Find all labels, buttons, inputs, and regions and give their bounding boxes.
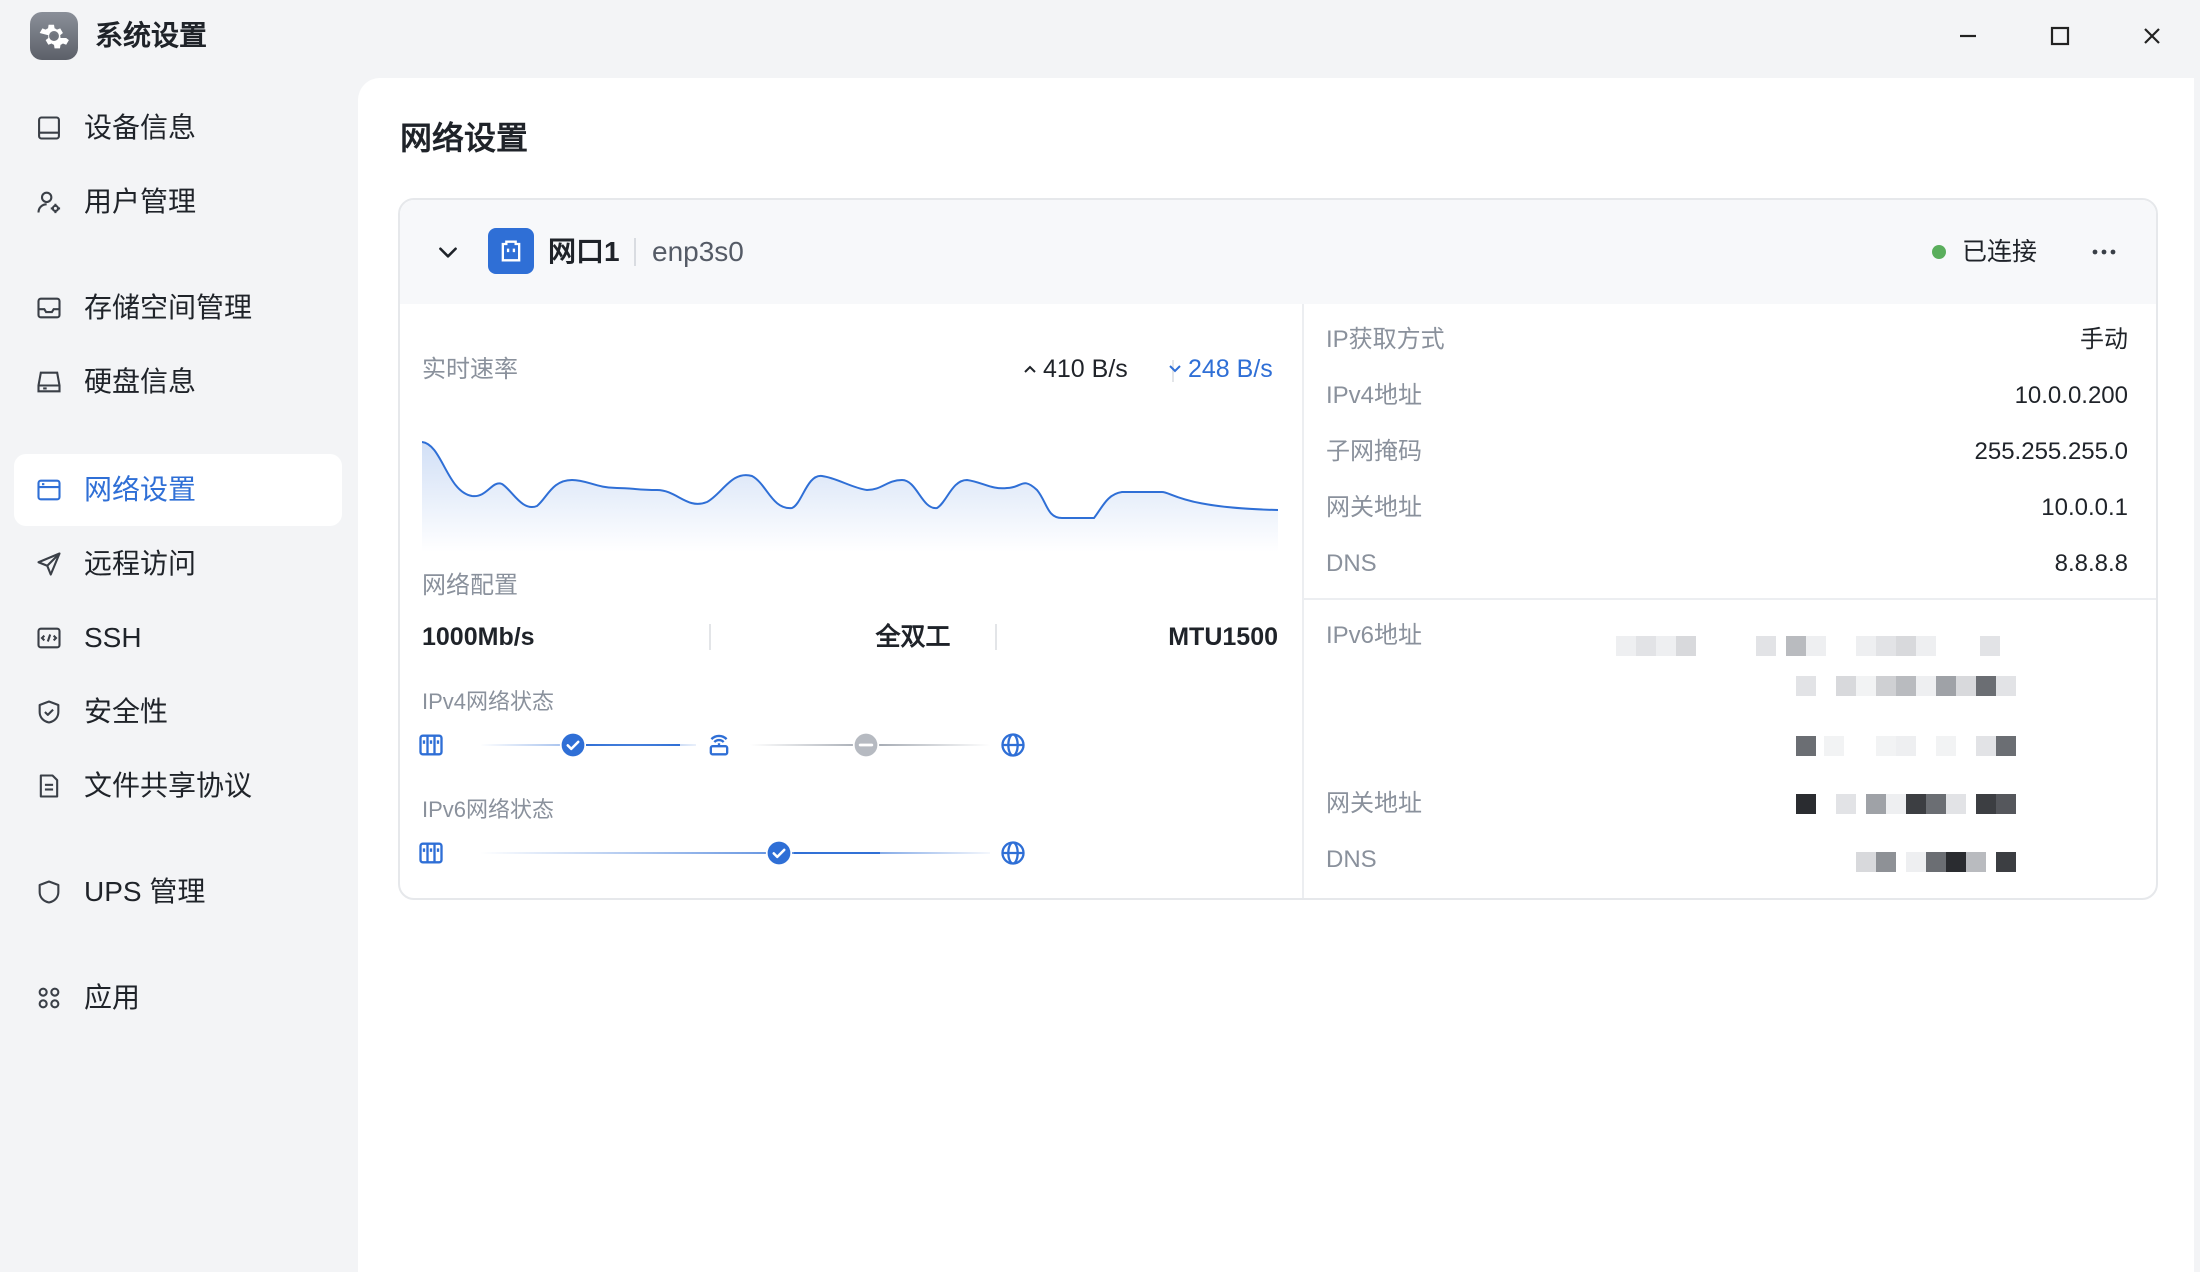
file-icon [32, 769, 66, 803]
network-port-card: 网口1 enp3s0 已连接 实时速率 410 B/s 248 B/s 网络配置… [398, 198, 2158, 900]
connection-status: 已连接 [1962, 238, 2038, 266]
arrow-up-icon [1024, 365, 1036, 373]
disk-icon [32, 365, 66, 399]
more-icon [2092, 249, 2116, 255]
sidebar-item-apps[interactable]: 应用 [14, 962, 342, 1034]
subnet-mask-value: 255.255.255.0 [1974, 438, 2128, 465]
more-options-button[interactable] [2080, 232, 2128, 272]
sidebar-item-device-info[interactable]: 设备信息 [14, 92, 342, 164]
mtu-value: MTU1500 [1168, 623, 1278, 651]
column-divider [1302, 304, 1304, 898]
sidebar-item-security[interactable]: 安全性 [14, 676, 342, 748]
section-divider [1304, 598, 2156, 600]
sidebar-item-remote-access[interactable]: 远程访问 [14, 528, 342, 600]
chevron-down-icon [439, 247, 457, 258]
globe-icon [998, 730, 1028, 760]
sidebar-item-file-sharing[interactable]: 文件共享协议 [14, 750, 342, 822]
port-device-name: enp3s0 [652, 236, 744, 267]
check-icon [764, 838, 794, 868]
subnet-mask-label: 子网掩码 [1326, 438, 1422, 465]
link-speed: 1000Mb/s [422, 623, 535, 651]
sidebar: 设备信息 用户管理 存储空间管理 硬盘信息 网络设置 远程访问 SSH 安全性 … [0, 72, 355, 1272]
ipv6-dns-label: DNS [1326, 846, 1377, 873]
router-icon [704, 730, 734, 760]
network-icon [32, 473, 66, 507]
ipv4-address-label: IPv4地址 [1326, 382, 1423, 409]
sidebar-item-ups[interactable]: UPS 管理 [14, 856, 342, 928]
port-card-header[interactable]: 网口1 enp3s0 已连接 [400, 200, 2156, 304]
header-divider [634, 238, 636, 266]
title-bar: 系统设置 [0, 0, 2200, 72]
ipv6-status-label: IPv6网络状态 [422, 797, 555, 822]
collapse-button[interactable] [428, 232, 468, 272]
maximize-icon [2050, 26, 2070, 46]
realtime-rate-label: 实时速率 [422, 356, 518, 383]
user-icon [32, 185, 66, 219]
sparkline-area [422, 442, 1278, 552]
check-icon [558, 730, 588, 760]
network-config-label: 网络配置 [422, 572, 518, 599]
minimize-icon [1960, 34, 1976, 38]
config-divider [709, 624, 711, 650]
dns-value: 8.8.8.8 [2054, 550, 2128, 577]
app-title: 系统设置 [95, 20, 208, 51]
ethernet-port-icon [488, 228, 534, 274]
gateway-label: 网关地址 [1326, 494, 1422, 521]
duplex-mode: 全双工 [875, 623, 951, 651]
page-title: 网络设置 [400, 120, 529, 156]
ip-method-label: IP获取方式 [1326, 326, 1445, 353]
upload-rate: 410 B/s [1023, 352, 1128, 386]
send-icon [32, 547, 66, 581]
port-name: 网口1 [548, 236, 620, 267]
ipv6-gateway-label: 网关地址 [1326, 790, 1422, 817]
config-divider [995, 624, 997, 650]
download-rate: 248 B/s [1168, 352, 1273, 386]
ipv6-address-label: IPv6地址 [1326, 622, 1423, 649]
globe-icon [998, 838, 1028, 868]
terminal-icon [32, 621, 66, 655]
shield-icon [32, 875, 66, 909]
pending-icon [851, 730, 881, 760]
sidebar-item-network-settings[interactable]: 网络设置 [14, 454, 342, 526]
shield-check-icon [32, 695, 66, 729]
ipv4-status-label: IPv4网络状态 [422, 689, 555, 714]
nas-device-icon [416, 730, 446, 760]
ip-method-value: 手动 [2080, 326, 2128, 353]
device-info-icon [32, 111, 66, 145]
main-panel: 网络设置 网口1 enp3s0 已连接 实时速率 410 B/s 248 B/s… [358, 78, 2194, 1272]
storage-icon [32, 291, 66, 325]
ipv4-link-mid [586, 744, 696, 746]
status-dot [1932, 245, 1946, 259]
apps-icon [32, 981, 66, 1015]
nas-device-icon [416, 838, 446, 868]
sidebar-item-ssh[interactable]: SSH [14, 602, 342, 674]
gateway-value: 10.0.0.1 [2041, 494, 2128, 521]
close-icon [2144, 28, 2160, 44]
settings-gear-icon [30, 12, 78, 60]
sidebar-item-storage[interactable]: 存储空间管理 [14, 272, 342, 344]
sidebar-item-disk-info[interactable]: 硬盘信息 [14, 346, 342, 418]
maximize-button[interactable] [2038, 14, 2082, 58]
close-button[interactable] [2130, 14, 2174, 58]
upload-rate-value: 410 B/s [1043, 355, 1128, 383]
dns-label: DNS [1326, 550, 1377, 577]
sidebar-item-user-management[interactable]: 用户管理 [14, 166, 342, 238]
download-rate-value: 248 B/s [1188, 355, 1273, 383]
ipv4-address-value: 10.0.0.200 [2014, 382, 2128, 409]
traffic-sparkline [422, 441, 1278, 552]
arrow-down-icon [1169, 365, 1181, 373]
ipv6-link-right [794, 852, 990, 854]
minimize-button[interactable] [1946, 14, 1990, 58]
